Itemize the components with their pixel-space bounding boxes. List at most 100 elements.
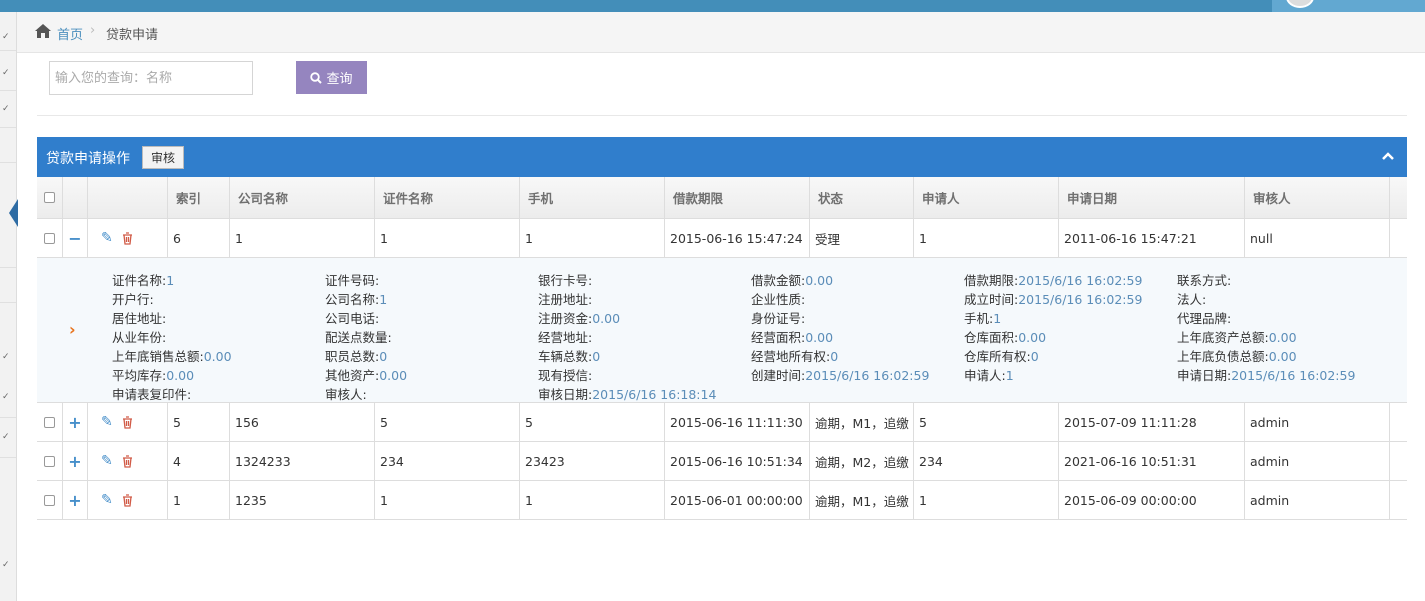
edit-icon[interactable]: ✎: [101, 230, 113, 246]
chevron-right-icon[interactable]: ✓: [2, 352, 14, 362]
sidebar-divider: [0, 162, 16, 163]
cell-company: 1324233: [230, 442, 375, 480]
sidebar-collapse-toggle[interactable]: [9, 199, 18, 227]
detail-field: 从业年份:: [112, 327, 166, 346]
expand-icon[interactable]: +: [68, 452, 81, 471]
search-icon: [310, 71, 323, 84]
cell-index: 4: [168, 442, 230, 480]
detail-field-value: 0: [592, 349, 601, 364]
detail-field: 其他资产:0.00: [325, 365, 407, 384]
chevron-right-icon[interactable]: ✓: [2, 392, 14, 402]
row-actions: ✎: [88, 442, 168, 480]
row-expander[interactable]: +: [63, 442, 88, 480]
detail-field: 创建时间:2015/6/16 16:02:59: [751, 365, 929, 384]
detail-field: 申请日期:2015/6/16 16:02:59: [1177, 365, 1355, 384]
detail-field-label: 申请人:: [964, 368, 1006, 383]
row-checkbox[interactable]: [44, 494, 55, 506]
header-loan-term[interactable]: 借款期限: [665, 177, 810, 218]
chevron-right-icon[interactable]: ✓: [2, 560, 14, 570]
header-applicant[interactable]: 申请人: [914, 177, 1059, 218]
row-expander[interactable]: +: [63, 403, 88, 441]
detail-field: 开户行:: [112, 289, 154, 308]
user-menu[interactable]: [1272, 0, 1425, 12]
edit-icon[interactable]: ✎: [101, 492, 113, 508]
detail-field-label: 法人:: [1177, 292, 1207, 307]
detail-field: 现有授信:: [538, 365, 592, 384]
detail-field-label: 仓库所有权:: [964, 349, 1031, 364]
avatar[interactable]: [1286, 0, 1314, 8]
breadcrumb-home-link[interactable]: 首页: [57, 24, 83, 43]
row-checkbox[interactable]: [44, 455, 55, 467]
table-row[interactable]: + ✎ 5 156 5 5 2015-06-16 11:11:30 逾期，M1，…: [37, 403, 1407, 442]
trash-icon[interactable]: [122, 454, 133, 468]
chevron-right-icon[interactable]: ✓: [2, 432, 14, 442]
trash-icon[interactable]: [122, 493, 133, 507]
detail-field-label: 职员总数:: [325, 349, 380, 364]
detail-field-label: 银行卡号:: [538, 273, 593, 288]
select-all-checkbox[interactable]: [44, 192, 55, 203]
detail-field: 借款金额:0.00: [751, 270, 833, 289]
detail-field: 经营地址:: [538, 327, 592, 346]
sidebar-divider: [0, 302, 16, 303]
edit-icon[interactable]: ✎: [101, 453, 113, 469]
breadcrumb-current: 贷款申请: [106, 28, 159, 43]
row-checkbox[interactable]: [44, 232, 55, 244]
select-all-checkbox-cell: [37, 177, 63, 218]
cell-company: 156: [230, 403, 375, 441]
cell-applicant: 1: [914, 481, 1059, 519]
row-checkbox[interactable]: [44, 416, 55, 428]
detail-field-label: 成立时间:: [964, 292, 1019, 307]
cell-status: 逾期，M1，追缴: [810, 481, 914, 519]
detail-field-label: 联系方式:: [1177, 273, 1232, 288]
edit-icon[interactable]: ✎: [101, 414, 113, 430]
row-detail-panel: › 证件名称:1 证件号码: 银行卡号: 借款金额:0.00 借款期限:2015/6/1…: [37, 258, 1407, 403]
search-button[interactable]: 查询: [296, 61, 367, 94]
cell-apply-date: 2021-06-16 10:51:31: [1059, 442, 1245, 480]
row-expander[interactable]: −: [63, 219, 88, 257]
chevron-up-icon[interactable]: [1381, 149, 1395, 163]
header-phone[interactable]: 手机: [520, 177, 665, 218]
expand-icon[interactable]: +: [68, 413, 81, 432]
table-row[interactable]: + ✎ 1 1235 1 1 2015-06-01 00:00:00 逾期，M1…: [37, 481, 1407, 520]
header-reviewer[interactable]: 审核人: [1245, 177, 1390, 218]
chevron-right-icon[interactable]: ✓: [2, 104, 14, 114]
trash-icon[interactable]: [122, 231, 133, 245]
detail-field-label: 企业性质:: [751, 292, 806, 307]
cell-phone: 23423: [520, 442, 665, 480]
cell-cert-name: 5: [375, 403, 520, 441]
detail-field-value: 1: [993, 311, 1002, 326]
detail-field-value: 0.00: [805, 330, 834, 345]
chevron-right-icon[interactable]: ✓: [2, 32, 14, 42]
collapse-icon[interactable]: −: [68, 229, 81, 248]
header-status[interactable]: 状态: [810, 177, 914, 218]
row-expander[interactable]: +: [63, 481, 88, 519]
panel-title: 贷款申请操作: [46, 151, 130, 167]
cell-phone: 1: [520, 481, 665, 519]
audit-button[interactable]: 审核: [142, 146, 184, 169]
cell-reviewer: admin: [1245, 403, 1390, 441]
sidebar-divider: [0, 127, 16, 128]
cell-apply-date: 2011-06-16 15:47:21: [1059, 219, 1245, 257]
chevron-right-icon[interactable]: ✓: [2, 68, 14, 78]
header-cert-name[interactable]: 证件名称: [375, 177, 520, 218]
sidebar: ✓ ✓ ✓ ✓ ✓ ✓ ✓: [0, 12, 17, 601]
detail-field-value: 0: [830, 349, 839, 364]
cell-cert-name: 1: [375, 481, 520, 519]
header-index[interactable]: 索引: [168, 177, 230, 218]
detail-field: 上年底销售总额:0.00: [112, 346, 232, 365]
expand-icon[interactable]: +: [68, 491, 81, 510]
detail-field-label: 平均库存:: [112, 368, 167, 383]
trash-icon[interactable]: [122, 415, 133, 429]
detail-field: 公司名称:1: [325, 289, 387, 308]
detail-field: 车辆总数:0: [538, 346, 600, 365]
table-row[interactable]: + ✎ 4 1324233 234 23423 2015-06-16 10:51…: [37, 442, 1407, 481]
detail-field-value: 0.00: [166, 368, 195, 383]
header-apply-date[interactable]: 申请日期: [1059, 177, 1245, 218]
cell-status: 逾期，M2，追缴: [810, 442, 914, 480]
header-company[interactable]: 公司名称: [230, 177, 375, 218]
row-checkbox-cell: [37, 442, 63, 480]
table-row[interactable]: − ✎ 6 1 1 1 2015-06-16 15:47:24 受理 1 201…: [37, 219, 1407, 258]
search-input[interactable]: [49, 61, 253, 95]
cell-cert-name: 234: [375, 442, 520, 480]
cell-company: 1235: [230, 481, 375, 519]
